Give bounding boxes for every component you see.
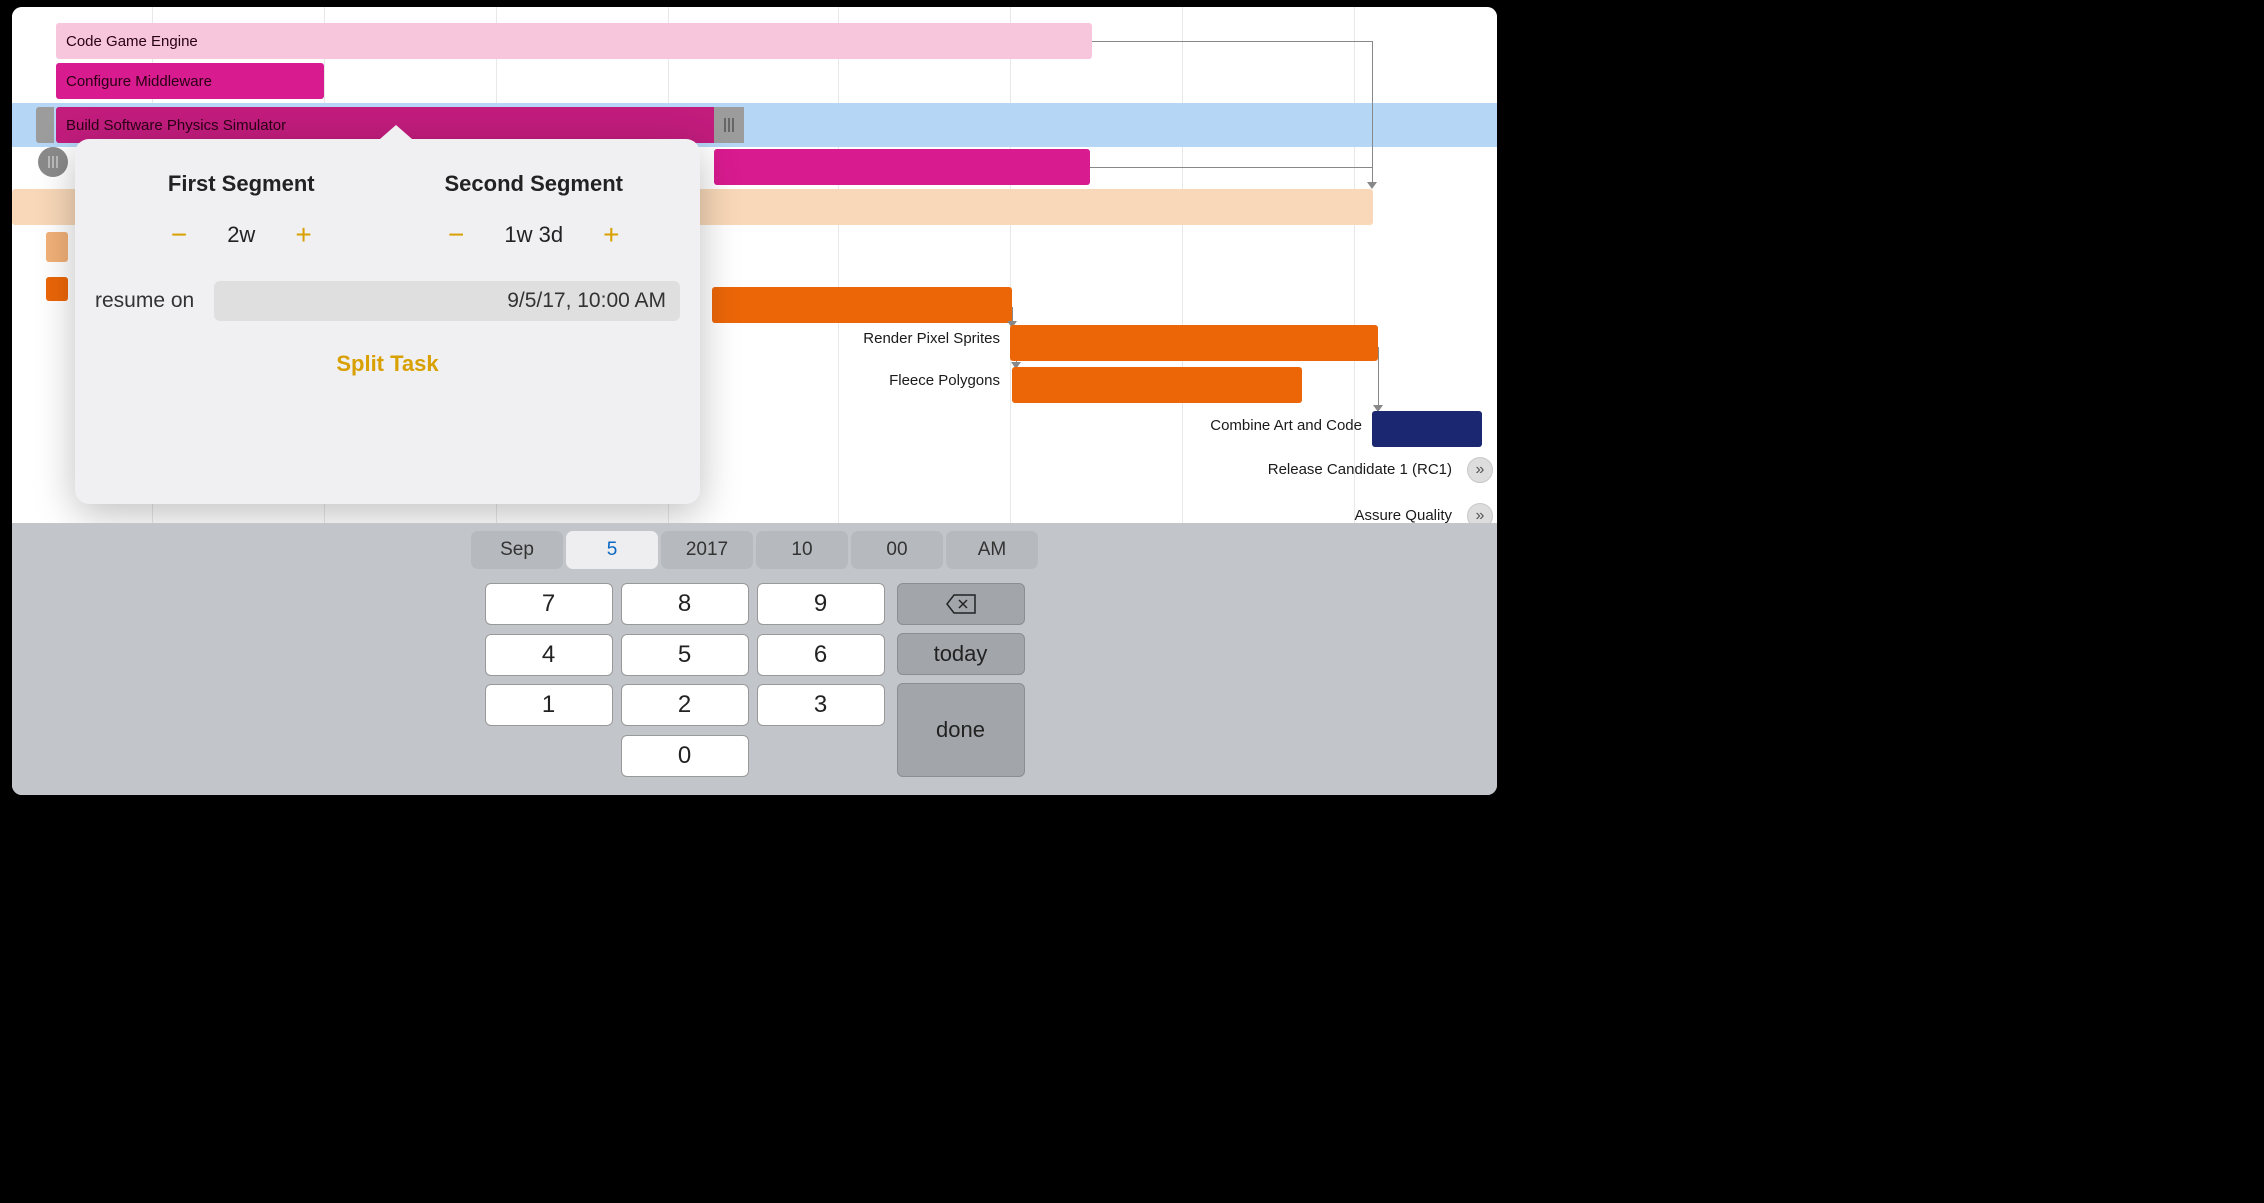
- task-label-sprites: Render Pixel Sprites: [810, 330, 1000, 347]
- key-6[interactable]: 6: [757, 634, 885, 676]
- task-bar-segment[interactable]: [714, 149, 1090, 185]
- picker-year[interactable]: 2017: [661, 531, 753, 569]
- key-1[interactable]: 1: [485, 684, 613, 726]
- picker-month[interactable]: Sep: [471, 531, 563, 569]
- picker-ampm[interactable]: AM: [946, 531, 1038, 569]
- task-bar-polygons[interactable]: [1012, 367, 1302, 403]
- task-label-quality: Assure Quality: [1252, 507, 1452, 524]
- task-bar-segment[interactable]: [712, 287, 1012, 323]
- task-label-rc1: Release Candidate 1 (RC1): [1192, 461, 1452, 478]
- expand-button[interactable]: »: [1467, 457, 1493, 483]
- task-bar-combine[interactable]: [1372, 411, 1482, 447]
- second-segment-value: 1w 3d: [504, 222, 563, 248]
- task-label: Configure Middleware: [66, 73, 212, 90]
- key-9[interactable]: 9: [757, 583, 885, 625]
- picker-hour[interactable]: 10: [756, 531, 848, 569]
- task-label: Code Game Engine: [66, 33, 198, 50]
- task-bar-middleware[interactable]: Configure Middleware: [56, 63, 324, 99]
- second-segment-increment[interactable]: +: [603, 219, 619, 251]
- number-keypad: 7 8 9 4 5 6 1 2 3 0: [485, 583, 885, 777]
- date-picker-panel: Sep 5 2017 10 00 AM 7 8 9 4 5 6 1 2 3 0: [12, 523, 1497, 795]
- first-segment-decrement[interactable]: −: [171, 219, 187, 251]
- second-segment-decrement[interactable]: −: [448, 219, 464, 251]
- task-resize-handle-left[interactable]: [36, 107, 54, 143]
- key-0[interactable]: 0: [621, 735, 749, 777]
- key-8[interactable]: 8: [621, 583, 749, 625]
- key-5[interactable]: 5: [621, 634, 749, 676]
- milestone-marker[interactable]: [38, 147, 68, 177]
- today-key[interactable]: today: [897, 633, 1025, 675]
- picker-minute[interactable]: 00: [851, 531, 943, 569]
- task-bar-segment[interactable]: [46, 277, 68, 301]
- task-label: Build Software Physics Simulator: [66, 117, 286, 134]
- first-segment-increment[interactable]: +: [295, 219, 311, 251]
- key-7[interactable]: 7: [485, 583, 613, 625]
- first-segment-label: First Segment: [95, 171, 388, 197]
- key-2[interactable]: 2: [621, 684, 749, 726]
- first-segment-value: 2w: [227, 222, 255, 248]
- resume-on-label: resume on: [95, 289, 194, 313]
- task-label-polygons: Fleece Polygons: [810, 372, 1000, 389]
- done-key[interactable]: done: [897, 683, 1025, 777]
- split-task-popover: First Segment − 2w + Second Segment − 1w…: [75, 139, 700, 504]
- task-bar-segment[interactable]: [46, 232, 68, 262]
- key-4[interactable]: 4: [485, 634, 613, 676]
- split-task-button[interactable]: Split Task: [75, 351, 700, 377]
- backspace-icon: [945, 593, 977, 615]
- task-bar-sprites[interactable]: [1010, 325, 1378, 361]
- task-resize-handle-right[interactable]: [714, 107, 744, 143]
- resume-date-input[interactable]: 9/5/17, 10:00 AM: [214, 281, 680, 321]
- key-3[interactable]: 3: [757, 684, 885, 726]
- picker-day[interactable]: 5: [566, 531, 658, 569]
- task-label-combine: Combine Art and Code: [1152, 417, 1362, 434]
- backspace-key[interactable]: [897, 583, 1025, 625]
- task-bar-code-engine[interactable]: Code Game Engine: [56, 23, 1092, 59]
- second-segment-label: Second Segment: [388, 171, 681, 197]
